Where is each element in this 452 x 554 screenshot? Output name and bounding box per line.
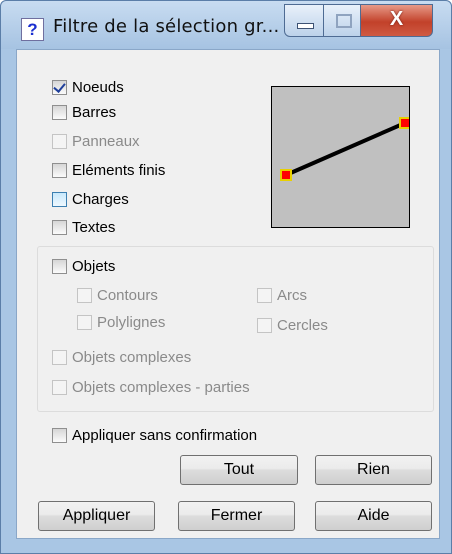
- objets-checkbox[interactable]: [52, 258, 67, 274]
- filter-elements-finis[interactable]: Eléments finis: [52, 159, 165, 181]
- close-icon: X: [389, 8, 404, 30]
- cercles-label: Cercles: [277, 316, 328, 334]
- appliquer-button[interactable]: Appliquer: [38, 501, 155, 531]
- charges-checkbox[interactable]: [52, 191, 67, 207]
- filter-contours: Contours: [77, 284, 158, 306]
- window-title: Filtre de la sélection gr...: [53, 16, 280, 37]
- apply-without-confirmation[interactable]: Appliquer sans confirmation: [52, 424, 257, 446]
- objets-complexes-label: Objets complexes: [72, 348, 192, 366]
- filter-noeuds[interactable]: Noeuds: [52, 76, 124, 98]
- dialog-window: ? Filtre de la sélection gr... X Noeuds …: [0, 0, 452, 554]
- end-node: [399, 117, 411, 129]
- fermer-button[interactable]: Fermer: [178, 501, 295, 531]
- filter-textes[interactable]: Textes: [52, 216, 115, 238]
- maximize-button: [323, 4, 361, 37]
- help-question-icon: ?: [21, 18, 44, 41]
- filter-objets[interactable]: Objets: [52, 255, 115, 277]
- filter-barres[interactable]: Barres: [52, 101, 116, 123]
- arcs-label: Arcs: [277, 286, 307, 304]
- filter-objets-complexes-parties: Objets complexes - parties: [52, 376, 250, 398]
- close-button[interactable]: X: [360, 4, 433, 37]
- barres-checkbox[interactable]: [52, 104, 67, 120]
- filter-charges[interactable]: Charges: [52, 188, 129, 210]
- noeuds-label: Noeuds: [72, 78, 124, 96]
- filter-objets-complexes: Objets complexes: [52, 346, 191, 368]
- maximize-icon: [336, 14, 352, 28]
- filter-polylignes: Polylignes: [77, 311, 165, 333]
- minimize-icon: [297, 23, 314, 29]
- panneaux-checkbox: [52, 133, 67, 149]
- charges-label: Charges: [72, 190, 129, 208]
- objets-complexes-checkbox: [52, 349, 67, 365]
- bar-preview-drawing: [280, 117, 411, 181]
- tout-button[interactable]: Tout: [180, 455, 298, 485]
- objets-complexes-parties-label: Objets complexes - parties: [72, 378, 250, 396]
- apply-without-confirmation-label: Appliquer sans confirmation: [72, 426, 258, 444]
- cercles-checkbox: [257, 317, 272, 333]
- contours-checkbox: [77, 287, 92, 303]
- elements-finis-label: Eléments finis: [72, 161, 166, 179]
- filter-panneaux: Panneaux: [52, 130, 140, 152]
- objets-label: Objets: [72, 257, 116, 275]
- contours-label: Contours: [97, 286, 158, 304]
- filter-cercles: Cercles: [257, 314, 328, 336]
- start-node: [280, 169, 292, 181]
- objets-complexes-parties-checkbox: [52, 379, 67, 395]
- elements-finis-checkbox[interactable]: [52, 162, 67, 178]
- textes-checkbox[interactable]: [52, 219, 67, 235]
- selection-preview: [271, 86, 411, 228]
- barres-label: Barres: [72, 103, 117, 121]
- filter-arcs: Arcs: [257, 284, 307, 306]
- bar-line: [285, 121, 406, 177]
- panneaux-label: Panneaux: [72, 132, 140, 150]
- textes-label: Textes: [72, 218, 116, 236]
- dialog-body: Noeuds Barres Panneaux Eléments finis Ch…: [16, 49, 440, 539]
- rien-button[interactable]: Rien: [315, 455, 432, 485]
- apply-without-confirmation-checkbox[interactable]: [52, 427, 67, 443]
- title-bar[interactable]: ? Filtre de la sélection gr... X: [1, 1, 451, 49]
- aide-button[interactable]: Aide: [315, 501, 432, 531]
- arcs-checkbox: [257, 287, 272, 303]
- polylignes-label: Polylignes: [97, 313, 166, 331]
- polylignes-checkbox: [77, 314, 92, 330]
- minimize-button[interactable]: [284, 4, 324, 37]
- noeuds-checkbox[interactable]: [52, 79, 67, 95]
